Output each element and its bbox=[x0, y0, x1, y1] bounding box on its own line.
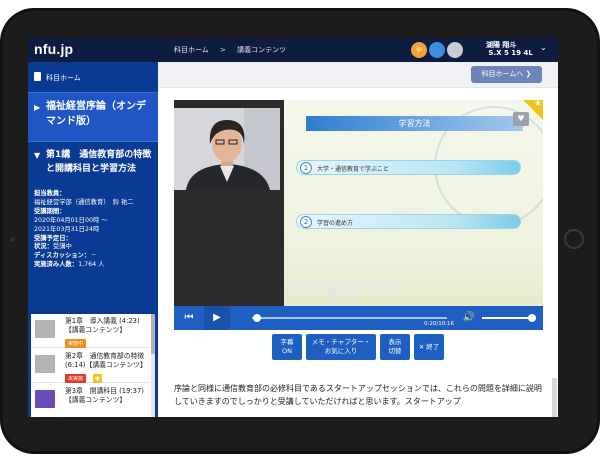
screen: nfu.jp 科目ホーム > 講義コンテンツ ip 湖陽 翔斗 S.X 5 19… bbox=[28, 38, 558, 417]
breadcrumb-home[interactable]: 科目ホーム bbox=[174, 46, 209, 54]
display-switch-button[interactable]: 表示 切替 bbox=[380, 334, 410, 360]
player-toolbar: 字幕 ON メモ・チャプター・ お気に入り 表示 切替 ✕ 終了 bbox=[174, 330, 543, 366]
lecture-info: 担当教員： 福祉経営学部（通信教育） 鈴 祐二 受講期間： 2020年04月01… bbox=[34, 190, 156, 270]
star-icon[interactable]: ★ bbox=[93, 374, 102, 383]
status-badge: 未実施 bbox=[65, 374, 87, 383]
sidebar-item-home[interactable]: 科目ホーム bbox=[28, 68, 158, 86]
slide-item-number: 1 bbox=[300, 162, 312, 174]
play-button[interactable]: ▶ bbox=[204, 306, 230, 330]
slide-title: 学習方法 bbox=[306, 116, 523, 131]
course-home-button[interactable]: 科目ホームへ ❯ bbox=[471, 66, 542, 83]
volume-icon[interactable]: 🔊 bbox=[461, 306, 477, 330]
breadcrumb: 科目ホーム > 講義コンテンツ bbox=[174, 45, 295, 55]
chapter-thumbnail bbox=[35, 390, 55, 408]
avatar[interactable] bbox=[429, 42, 445, 58]
info-row: 2021年03月31日24時 bbox=[34, 225, 100, 233]
list-item[interactable]: 第3章 開講科目 (19:37)【講義コンテンツ】 bbox=[31, 384, 149, 417]
chevron-down-icon: ▼ bbox=[34, 151, 41, 160]
slide-watermark: 日本福祉大学 bbox=[284, 279, 404, 300]
scrollbar-thumb[interactable] bbox=[151, 314, 155, 354]
avatar[interactable]: ip bbox=[411, 42, 427, 58]
info-row: 福祉経営学部（通信教育） 鈴 祐二 bbox=[34, 198, 134, 206]
list-item[interactable]: 第2章 通信教育部の特徴 (6:14)【講義コンテンツ】 未実施 ★ bbox=[31, 349, 149, 383]
chapter-list: 第1章 導入講義 (4:23)【講義コンテンツ】 実施中 第2章 通信教育部の特… bbox=[31, 314, 155, 417]
seek-handle[interactable] bbox=[253, 314, 261, 322]
info-row: 受講期間： bbox=[34, 207, 66, 215]
home-button[interactable] bbox=[564, 229, 584, 249]
lecturer-image bbox=[174, 108, 280, 190]
chapter-thumbnail bbox=[35, 320, 55, 338]
volume-slider[interactable] bbox=[482, 314, 536, 322]
volume-handle[interactable] bbox=[528, 314, 536, 322]
info-row: ディスカッション：－ bbox=[34, 252, 97, 260]
camera-dot bbox=[10, 237, 15, 242]
status-badge: 実施中 bbox=[65, 339, 87, 348]
chapter-title: 第1章 導入講義 (4:23)【講義コンテンツ】 bbox=[65, 317, 140, 334]
slide-item: 2 学習の進め方 bbox=[296, 214, 521, 229]
exit-button[interactable]: ✕ 終了 bbox=[414, 334, 444, 360]
top-bar: nfu.jp 科目ホーム > 講義コンテンツ ip 湖陽 翔斗 S.X 5 19… bbox=[28, 38, 558, 62]
star-icon[interactable]: ★ bbox=[534, 100, 542, 109]
time-display: 0:20/10:16 bbox=[424, 321, 455, 327]
memo-chapter-favorite-button[interactable]: メモ・チャプター・ お気に入り bbox=[306, 334, 376, 360]
chapter-thumbnail bbox=[35, 355, 55, 373]
sidebar-lecture[interactable]: ▼ 第1講 通信教育部の特徴と開講科目と学習方法 bbox=[28, 144, 158, 188]
video-player: 学習方法 ♥ 1 大学・通信教育で学ぶこと 2 学習の進め方 日本福祉大学 ★ … bbox=[174, 100, 543, 366]
skip-back-icon[interactable]: ⏮ bbox=[180, 306, 198, 330]
subtitle-toggle-button[interactable]: 字幕 ON bbox=[272, 334, 302, 360]
content-header: 科目ホームへ ❯ bbox=[158, 62, 558, 88]
info-row: 担当教員： bbox=[34, 190, 66, 197]
avatar[interactable] bbox=[447, 42, 463, 58]
scrollbar[interactable] bbox=[151, 314, 155, 417]
info-row: 2020年04月01日00時 ～ bbox=[34, 216, 108, 224]
lecturer-video bbox=[174, 108, 280, 190]
chevron-down-icon[interactable]: ⌄ bbox=[540, 43, 547, 52]
slide-item-label: 大学・通信教育で学ぶこと bbox=[317, 166, 390, 173]
player-controls: ⏮ ▶ 0:20/10:16 🔊 bbox=[174, 306, 543, 330]
sidebar-item-label: 科目ホーム bbox=[46, 74, 81, 82]
breadcrumb-current: 講義コンテンツ bbox=[237, 46, 287, 54]
chapter-title: 第3章 開講科目 (19:37)【講義コンテンツ】 bbox=[65, 387, 144, 404]
scrollbar[interactable] bbox=[552, 378, 557, 417]
lecture-title: 第1講 通信教育部の特徴と開講科目と学習方法 bbox=[46, 150, 152, 174]
slide-item-label: 学習の進め方 bbox=[317, 220, 354, 227]
course-title: 福祉経営序論（オンデマンド版） bbox=[46, 101, 146, 127]
book-icon bbox=[34, 72, 41, 81]
sidebar-course[interactable]: ▶ 福祉経営序論（オンデマンド版） bbox=[28, 92, 158, 142]
breadcrumb-separator: > bbox=[220, 46, 226, 54]
info-row: 実施済み人数：1,764 人 bbox=[34, 261, 105, 269]
lecture-slide: 学習方法 ♥ 1 大学・通信教育で学ぶこと 2 学習の進め方 日本福祉大学 ★ bbox=[284, 100, 543, 306]
user-name[interactable]: 湖陽 翔斗 S.X 5 19 4L bbox=[486, 41, 533, 57]
slide-item: 1 大学・通信教育で学ぶこと bbox=[296, 160, 521, 175]
list-item[interactable]: 第1章 導入講義 (4:23)【講義コンテンツ】 実施中 bbox=[31, 314, 149, 348]
main-content: 科目ホームへ ❯ 学習方法 ♥ 1 大学・通信教育で学ぶこと 2 学習の進め方 … bbox=[158, 62, 558, 417]
site-logo[interactable]: nfu.jp bbox=[34, 41, 73, 57]
lecture-description: 序論と同様に通信教育部の必修科目であるスタートアップセッションでは、これらの問題… bbox=[174, 384, 542, 406]
slide-item-number: 2 bbox=[300, 216, 312, 228]
chapter-title: 第2章 通信教育部の特徴 (6:14)【講義コンテンツ】 bbox=[65, 352, 147, 369]
seek-bar[interactable] bbox=[252, 314, 447, 322]
info-row: 状況：受講中 bbox=[34, 243, 72, 251]
chevron-right-icon: ▶ bbox=[34, 103, 41, 112]
sidebar: 科目ホーム ▶ 福祉経営序論（オンデマンド版） ▼ 第1講 通信教育部の特徴と開… bbox=[28, 62, 158, 417]
